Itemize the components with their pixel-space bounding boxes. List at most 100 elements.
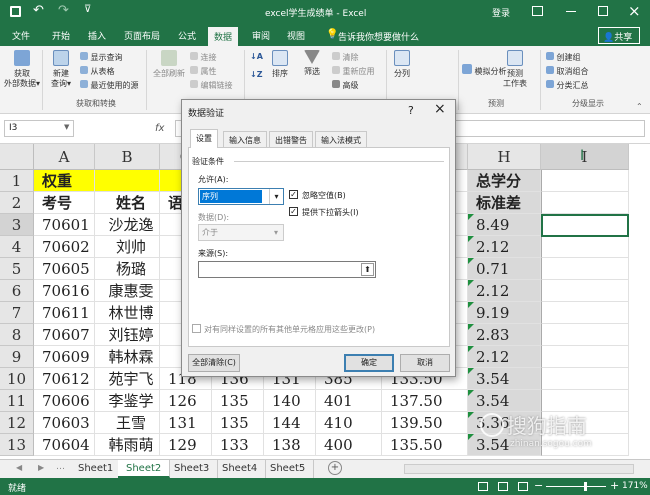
dialog-close-icon[interactable]: ×	[434, 101, 446, 117]
cell-a2[interactable]: 考号	[34, 192, 95, 214]
cell-h4[interactable]: 2.12	[468, 236, 541, 258]
redo-icon[interactable]: ↷	[58, 3, 69, 18]
cell-c13[interactable]: 129	[160, 434, 212, 456]
tab-home[interactable]: 开始	[52, 29, 70, 42]
row-header-8[interactable]: 8	[0, 324, 34, 346]
cell-f12[interactable]: 410	[316, 412, 382, 434]
cell-h7[interactable]: 9.19	[468, 302, 541, 324]
new-query-button[interactable]: 新建 查询▾	[46, 50, 76, 89]
tab-view[interactable]: 视图	[287, 29, 305, 42]
cell-h3[interactable]: 8.49	[468, 214, 541, 236]
forecast-sheet-button[interactable]: 预测 工作表	[500, 50, 530, 89]
column-header-i[interactable]: I	[541, 144, 629, 170]
cell-h9[interactable]: 2.12	[468, 346, 541, 368]
column-header-h[interactable]: H	[468, 144, 541, 170]
row-header-6[interactable]: 6	[0, 280, 34, 302]
select-all-corner[interactable]	[0, 144, 34, 170]
column-header-a[interactable]: A	[34, 144, 95, 170]
data-select[interactable]: 介于 ▾	[198, 224, 284, 241]
cell-h8[interactable]: 2.83	[468, 324, 541, 346]
from-table-button[interactable]: 从表格	[80, 66, 115, 77]
cell-a10[interactable]: 70612	[34, 368, 95, 390]
scroll-left-icon[interactable]: ◀	[16, 463, 22, 472]
collapse-ribbon-icon[interactable]: ⌃	[636, 102, 643, 111]
sheet-tab-4[interactable]: Sheet4	[214, 460, 267, 478]
cell-e11[interactable]: 140	[264, 390, 316, 412]
tab-error-alert[interactable]: 出错警告	[269, 131, 313, 147]
cell-i10[interactable]	[541, 368, 629, 390]
cell-h10[interactable]: 3.54	[468, 368, 541, 390]
cell-i2[interactable]	[541, 192, 629, 214]
column-header-b[interactable]: B	[95, 144, 160, 170]
cell-a9[interactable]: 70609	[34, 346, 95, 368]
cell-g12[interactable]: 139.50	[382, 412, 468, 434]
row-header-5[interactable]: 5	[0, 258, 34, 280]
row-header-2[interactable]: 2	[0, 192, 34, 214]
cell-c12[interactable]: 131	[160, 412, 212, 434]
tab-settings[interactable]: 设置	[190, 129, 218, 148]
recent-sources-button[interactable]: 最近使用的源	[80, 80, 139, 91]
row-header-9[interactable]: 9	[0, 346, 34, 368]
cell-i1[interactable]	[541, 170, 629, 192]
cell-f11[interactable]: 401	[316, 390, 382, 412]
ribbon-display-icon[interactable]	[532, 6, 543, 16]
page-layout-view-icon[interactable]	[498, 482, 508, 491]
cell-b11[interactable]: 李鉴学	[95, 390, 160, 412]
row-header-3[interactable]: 3	[0, 214, 34, 236]
sheet-tab-2[interactable]: Sheet2	[118, 460, 171, 478]
cell-b6[interactable]: 康惠雯	[95, 280, 160, 302]
cell-d11[interactable]: 135	[212, 390, 264, 412]
cell-a5[interactable]: 70605	[34, 258, 95, 280]
tab-review[interactable]: 审阅	[252, 29, 270, 42]
row-header-10[interactable]: 10	[0, 368, 34, 390]
cell-h11[interactable]: 3.54	[468, 390, 541, 412]
edit-links-button[interactable]: 编辑链接	[190, 80, 233, 91]
cell-g11[interactable]: 137.50	[382, 390, 468, 412]
add-sheet-icon[interactable]: +	[328, 461, 342, 475]
sort-az-button[interactable]: ↓A	[250, 52, 263, 62]
tell-me-input[interactable]: 告诉我你想要做什么	[338, 30, 419, 43]
fx-label[interactable]: fx	[155, 123, 164, 134]
tab-page-layout[interactable]: 页面布局	[124, 29, 160, 42]
apply-all-checkbox[interactable]	[192, 324, 201, 333]
tab-ime-mode[interactable]: 输入法模式	[315, 131, 367, 147]
cell-b3[interactable]: 沙龙逸	[95, 214, 160, 236]
cell-d12[interactable]: 135	[212, 412, 264, 434]
row-header-13[interactable]: 13	[0, 434, 34, 456]
cell-a3[interactable]: 70601	[34, 214, 95, 236]
cell-a12[interactable]: 70603	[34, 412, 95, 434]
cancel-button[interactable]: 取消	[400, 354, 450, 372]
tab-data[interactable]: 数据	[208, 27, 239, 46]
cell-b1[interactable]	[95, 170, 160, 192]
cell-h1[interactable]: 总学分	[468, 170, 541, 192]
save-icon[interactable]	[10, 6, 21, 17]
cell-h2[interactable]: 标准差	[468, 192, 541, 214]
tab-formulas[interactable]: 公式	[178, 29, 196, 42]
show-query-button[interactable]: 显示查询	[80, 52, 123, 63]
cell-b8[interactable]: 刘钰婷	[95, 324, 160, 346]
cell-a4[interactable]: 70602	[34, 236, 95, 258]
row-header-12[interactable]: 12	[0, 412, 34, 434]
cell-f13[interactable]: 400	[316, 434, 382, 456]
cell-b13[interactable]: 韩雨萌	[95, 434, 160, 456]
share-button[interactable]: 👤共享	[598, 27, 640, 44]
maximize-icon[interactable]	[598, 6, 608, 16]
active-cell-outline[interactable]	[541, 214, 629, 237]
sheet-tab-3[interactable]: Sheet3	[166, 460, 219, 478]
clear-all-button[interactable]: 全部清除(C)	[188, 354, 240, 372]
subtotal-button[interactable]: 分类汇总	[546, 80, 589, 91]
cell-i11[interactable]	[541, 390, 629, 412]
cell-i4[interactable]	[541, 236, 629, 258]
cell-a6[interactable]: 70616	[34, 280, 95, 302]
cell-i9[interactable]	[541, 346, 629, 368]
ungroup-button[interactable]: 取消组合	[546, 66, 589, 77]
scroll-right-icon[interactable]: ▶	[38, 463, 44, 472]
close-icon[interactable]: ×	[628, 2, 641, 20]
cell-a11[interactable]: 70606	[34, 390, 95, 412]
cell-h5[interactable]: 0.71	[468, 258, 541, 280]
undo-icon[interactable]: ↶	[33, 3, 44, 18]
customize-qat-icon[interactable]: ⊽	[84, 4, 91, 15]
cell-i6[interactable]	[541, 280, 629, 302]
create-group-button[interactable]: 创建组	[546, 52, 581, 63]
row-header-11[interactable]: 11	[0, 390, 34, 412]
